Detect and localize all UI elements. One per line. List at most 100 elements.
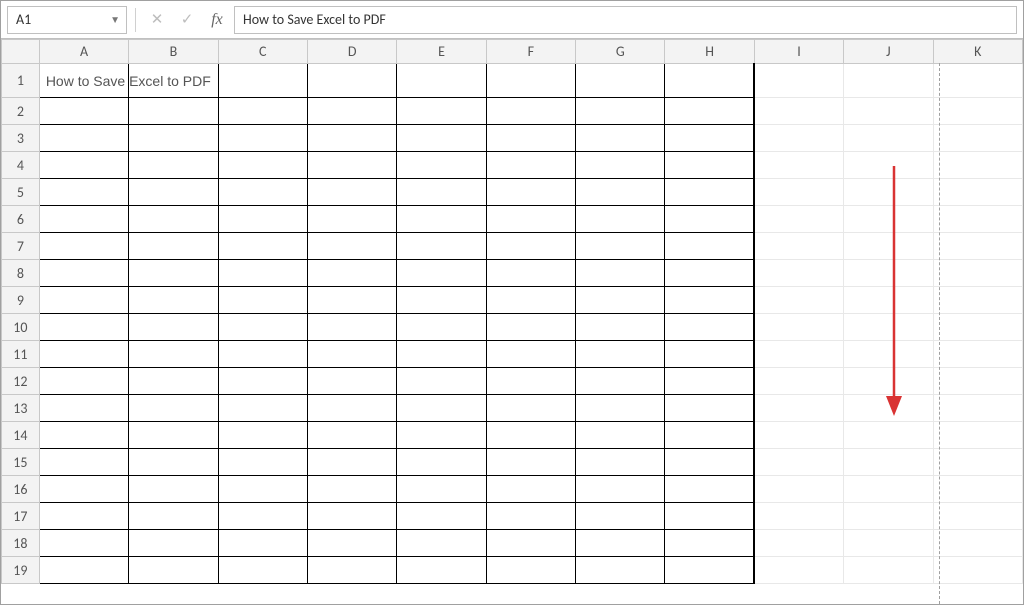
- cell[interactable]: [129, 125, 218, 152]
- cell[interactable]: [397, 395, 486, 422]
- cell[interactable]: [218, 64, 307, 98]
- cell[interactable]: [218, 476, 307, 503]
- cell[interactable]: [218, 503, 307, 530]
- cell[interactable]: [933, 422, 1022, 449]
- cell[interactable]: [486, 260, 575, 287]
- cell[interactable]: [933, 395, 1022, 422]
- cell[interactable]: [39, 233, 128, 260]
- cell[interactable]: [39, 206, 128, 233]
- column-header[interactable]: G: [576, 40, 665, 64]
- cell[interactable]: [665, 260, 754, 287]
- cell[interactable]: [129, 557, 218, 584]
- cell[interactable]: [576, 314, 665, 341]
- cell[interactable]: [665, 530, 754, 557]
- cell[interactable]: [307, 125, 396, 152]
- cell[interactable]: [576, 530, 665, 557]
- cell[interactable]: [129, 503, 218, 530]
- cell[interactable]: [665, 422, 754, 449]
- column-header[interactable]: J: [844, 40, 933, 64]
- cell[interactable]: [844, 503, 933, 530]
- cell[interactable]: [665, 395, 754, 422]
- cell[interactable]: [397, 341, 486, 368]
- cell[interactable]: [576, 98, 665, 125]
- cell[interactable]: [933, 260, 1022, 287]
- cell[interactable]: [486, 395, 575, 422]
- cell[interactable]: [39, 422, 128, 449]
- cell[interactable]: [576, 557, 665, 584]
- cell[interactable]: [129, 530, 218, 557]
- cell[interactable]: [576, 503, 665, 530]
- cell[interactable]: [218, 287, 307, 314]
- cell[interactable]: [486, 557, 575, 584]
- cell[interactable]: [933, 152, 1022, 179]
- row-header[interactable]: 14: [2, 422, 40, 449]
- cell[interactable]: [218, 368, 307, 395]
- cell[interactable]: [307, 98, 396, 125]
- cell[interactable]: [665, 341, 754, 368]
- cell[interactable]: [576, 179, 665, 206]
- cell[interactable]: [307, 449, 396, 476]
- cell[interactable]: [933, 179, 1022, 206]
- cell[interactable]: [576, 233, 665, 260]
- cell[interactable]: [397, 233, 486, 260]
- cell[interactable]: [218, 314, 307, 341]
- cell[interactable]: [486, 503, 575, 530]
- cell[interactable]: [218, 152, 307, 179]
- cell[interactable]: [754, 368, 843, 395]
- cell[interactable]: [397, 125, 486, 152]
- cell[interactable]: [397, 98, 486, 125]
- cell[interactable]: [397, 422, 486, 449]
- row-header[interactable]: 19: [2, 557, 40, 584]
- cell[interactable]: [665, 503, 754, 530]
- cell[interactable]: [39, 152, 128, 179]
- cell[interactable]: [665, 233, 754, 260]
- cell[interactable]: [129, 287, 218, 314]
- cell[interactable]: [933, 503, 1022, 530]
- cell[interactable]: [933, 449, 1022, 476]
- spreadsheet-area[interactable]: ABCDEFGHIJK1How to Save Excel to PDF2345…: [1, 39, 1023, 604]
- cell[interactable]: [754, 152, 843, 179]
- cell[interactable]: [307, 64, 396, 98]
- cell[interactable]: [307, 422, 396, 449]
- column-header[interactable]: B: [129, 40, 218, 64]
- cell[interactable]: [665, 557, 754, 584]
- cell[interactable]: [933, 314, 1022, 341]
- cell[interactable]: [576, 476, 665, 503]
- cell[interactable]: [129, 260, 218, 287]
- cell[interactable]: [486, 314, 575, 341]
- cell[interactable]: [844, 476, 933, 503]
- cell[interactable]: [754, 449, 843, 476]
- chevron-down-icon[interactable]: ▼: [110, 13, 120, 26]
- cell[interactable]: [844, 422, 933, 449]
- cell[interactable]: [844, 449, 933, 476]
- cell[interactable]: [754, 233, 843, 260]
- cell[interactable]: [754, 314, 843, 341]
- cell[interactable]: [933, 125, 1022, 152]
- cell[interactable]: [39, 530, 128, 557]
- cell[interactable]: [665, 368, 754, 395]
- row-header[interactable]: 10: [2, 314, 40, 341]
- cell[interactable]: [129, 341, 218, 368]
- cell[interactable]: [754, 503, 843, 530]
- cell[interactable]: [397, 503, 486, 530]
- cell[interactable]: [754, 287, 843, 314]
- cell[interactable]: [397, 152, 486, 179]
- cell[interactable]: [933, 341, 1022, 368]
- cell[interactable]: [486, 530, 575, 557]
- cell[interactable]: [665, 98, 754, 125]
- column-header[interactable]: H: [665, 40, 754, 64]
- row-header[interactable]: 9: [2, 287, 40, 314]
- cell[interactable]: [218, 179, 307, 206]
- cell[interactable]: [129, 179, 218, 206]
- cell[interactable]: [218, 395, 307, 422]
- cell[interactable]: [218, 422, 307, 449]
- cell[interactable]: [39, 503, 128, 530]
- cell[interactable]: [754, 206, 843, 233]
- cell[interactable]: [486, 422, 575, 449]
- cell[interactable]: [486, 125, 575, 152]
- column-header[interactable]: F: [486, 40, 575, 64]
- cell[interactable]: [486, 287, 575, 314]
- cell[interactable]: [933, 368, 1022, 395]
- cell[interactable]: [486, 476, 575, 503]
- cell[interactable]: [39, 287, 128, 314]
